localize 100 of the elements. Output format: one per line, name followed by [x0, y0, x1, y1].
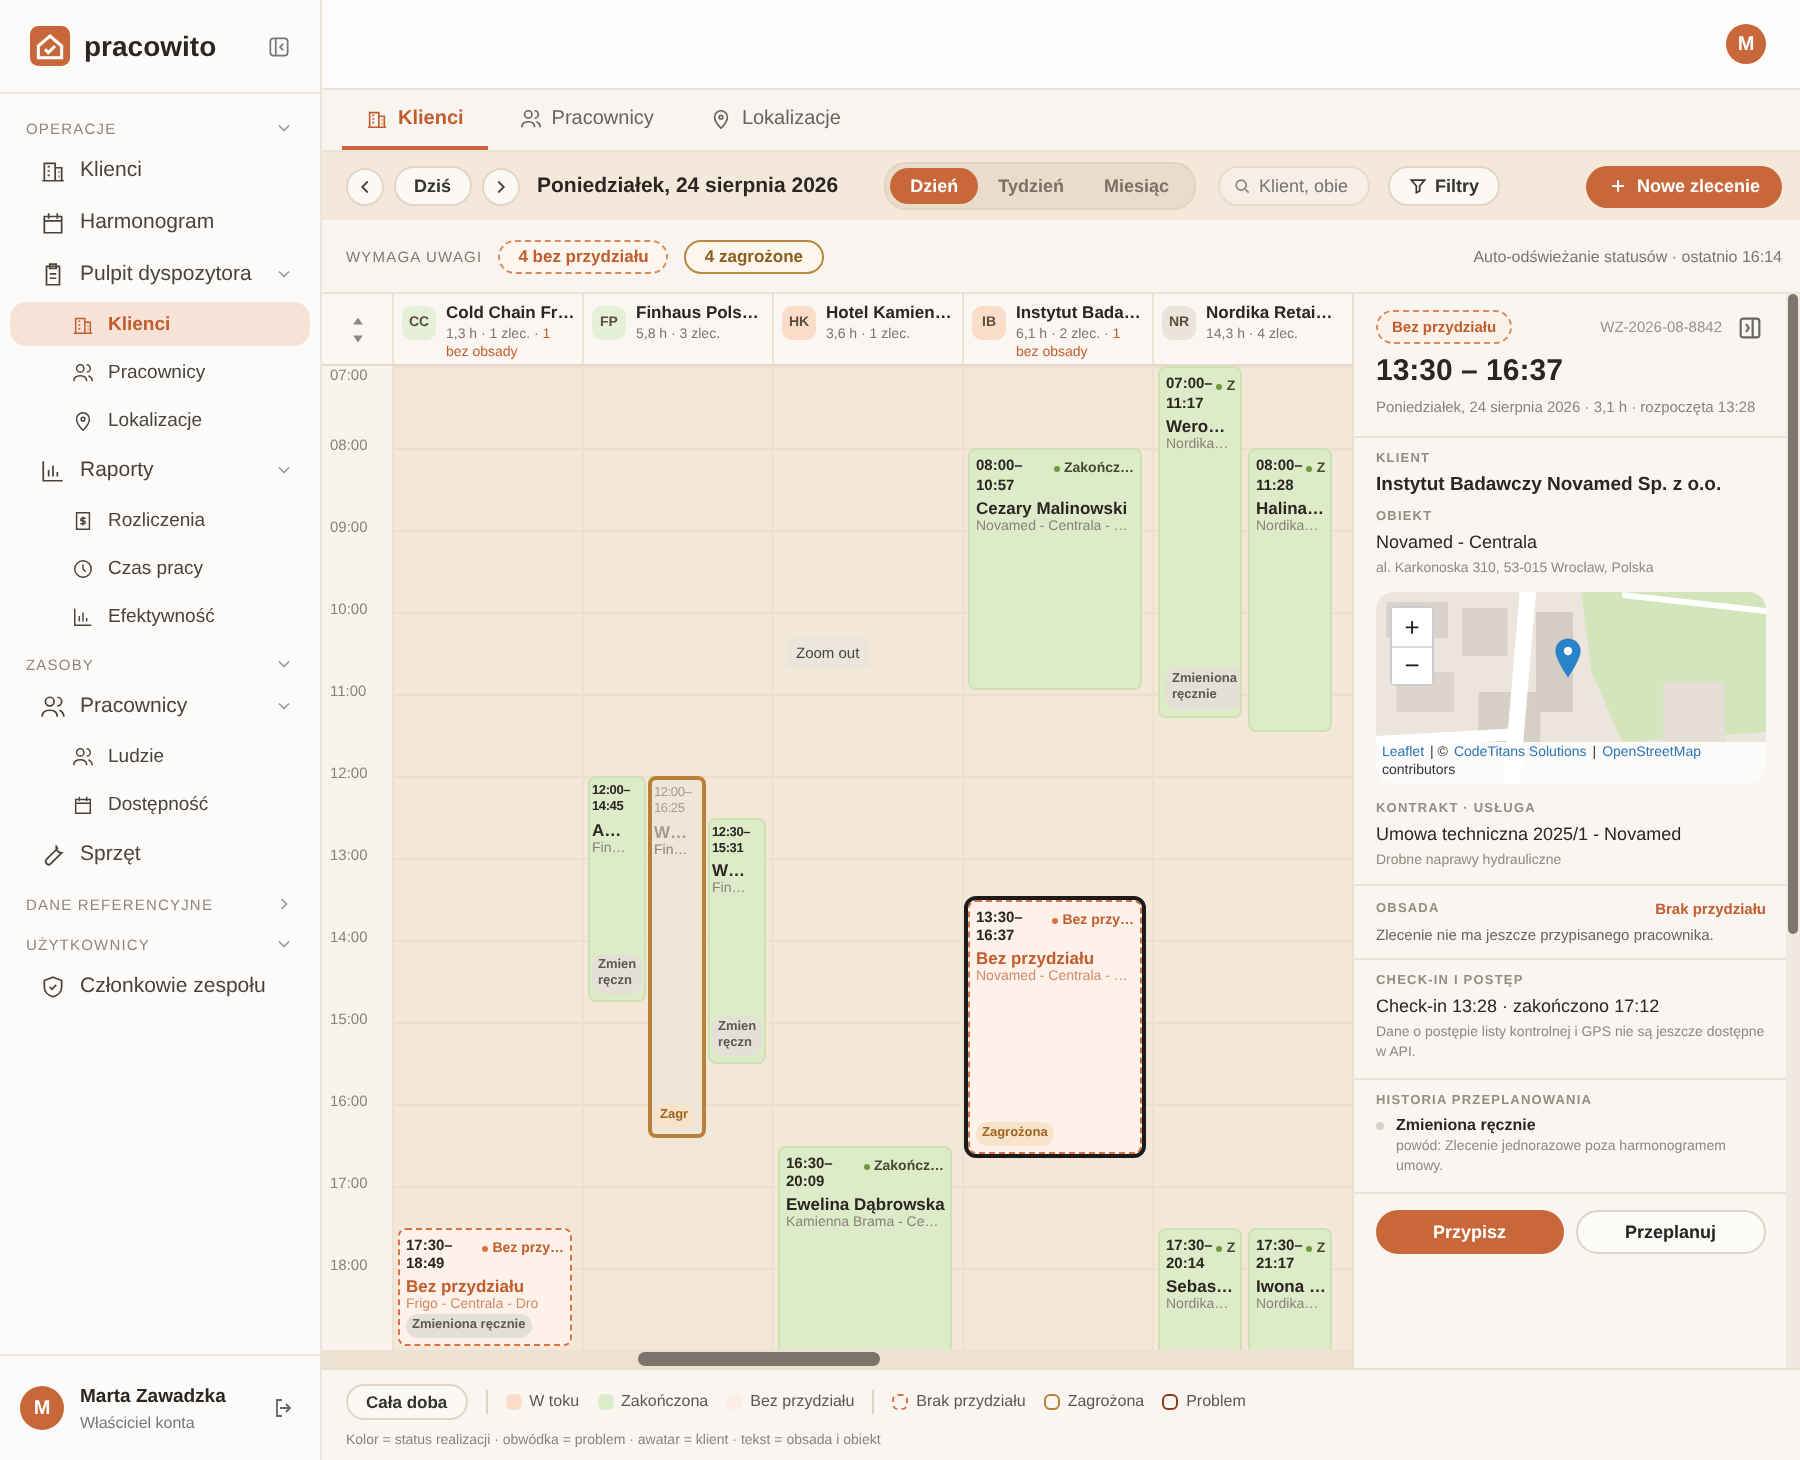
- refresh-status: Auto-odświeżanie statusów · ostatnio 16:14: [1473, 247, 1782, 265]
- legend-label: Zakończona: [621, 1392, 709, 1410]
- nav-item[interactable]: Ludzie: [10, 734, 310, 778]
- client-name: Instytut Bada…: [1016, 302, 1143, 322]
- event-title: A…: [592, 819, 624, 840]
- nav-item[interactable]: Dostępność: [10, 782, 310, 826]
- search-field[interactable]: Klient, obie: [1217, 166, 1369, 206]
- event-title: Halina…: [1256, 497, 1324, 517]
- logo-text: pracowito: [84, 30, 219, 62]
- users-icon: [519, 107, 542, 129]
- calendar-icon: [40, 209, 66, 235]
- next-button[interactable]: [481, 167, 520, 205]
- logo-icon: [30, 26, 70, 66]
- legend-label: Problem: [1186, 1392, 1246, 1410]
- contract-value: Umowa techniczna 2025/1 - Novamed: [1376, 823, 1684, 844]
- previous-button[interactable]: [346, 167, 384, 205]
- event-title: Bez przydziału: [406, 1276, 527, 1296]
- checkin-value: Check-in 13:28 · zakończono 17:12: [1376, 996, 1662, 1017]
- legend-label: W toku: [529, 1392, 580, 1410]
- view-tab[interactable]: Tydzień: [978, 168, 1084, 204]
- nav-item[interactable]: Efektywność: [10, 594, 310, 638]
- nav-item[interactable]: Harmonogram: [10, 198, 310, 246]
- nav-item[interactable]: Klienci: [10, 146, 310, 194]
- map-marker-icon: [1554, 635, 1582, 680]
- event-title: Iwona …: [1256, 1276, 1324, 1296]
- invoice-icon: [72, 509, 94, 531]
- legend-label: Brak przydziału: [916, 1392, 1026, 1410]
- reschedule-button[interactable]: Przeplanuj: [1575, 1209, 1766, 1254]
- nav-item[interactable]: Sprzęt: [10, 830, 310, 878]
- clock-icon: [72, 557, 94, 579]
- scroll-down-icon[interactable]: [351, 333, 363, 343]
- event-title: Bez przydziału: [976, 948, 1097, 968]
- users-icon: [40, 693, 66, 719]
- client-value: Instytut Badawczy Novamed Sp. z o.o.: [1376, 473, 1724, 496]
- scroll-up-icon[interactable]: [351, 315, 363, 325]
- order-time: 13:30 – 16:37: [1376, 354, 1565, 388]
- legend-label: Zagrożona: [1067, 1392, 1145, 1410]
- client-name: Cold Chain Fr…: [446, 302, 576, 322]
- building-icon: [72, 313, 94, 335]
- filter-icon: [1407, 176, 1427, 196]
- all-day-button[interactable]: Cała doba: [346, 1383, 468, 1419]
- pin-icon: [72, 409, 94, 431]
- building-icon: [366, 107, 388, 129]
- legend-swatch: [1043, 1393, 1060, 1409]
- zoom-out-button[interactable]: −: [1392, 645, 1432, 684]
- nav-item[interactable]: Pulpit dyspozytora: [10, 250, 310, 298]
- nav-item[interactable]: Raporty: [10, 446, 310, 494]
- assign-button[interactable]: Przypisz: [1376, 1209, 1563, 1254]
- legend-swatch: [505, 1393, 522, 1409]
- legend-swatch: [597, 1393, 614, 1409]
- event-title: Cezary Malinowski: [976, 497, 1130, 517]
- nav-item[interactable]: Pracownicy: [10, 682, 310, 730]
- logout-icon[interactable]: [272, 1396, 296, 1420]
- tab[interactable]: Pracownicy: [495, 90, 678, 150]
- event-title: Wero…: [1166, 415, 1228, 435]
- nav-item[interactable]: Lokalizacje: [10, 398, 310, 442]
- profile-avatar[interactable]: M: [1726, 24, 1766, 64]
- view-tab[interactable]: Dzień: [890, 168, 979, 204]
- sidebar-collapse-icon[interactable]: [266, 33, 292, 59]
- object-value: Novamed - Centrala: [1376, 531, 1540, 552]
- event-title: W…: [711, 860, 748, 881]
- pin-icon: [709, 107, 732, 129]
- client-name: Hotel Kamien…: [826, 302, 952, 322]
- client-name: Nordika Retai…: [1206, 302, 1333, 322]
- event-title: Sebas…: [1166, 1276, 1234, 1296]
- filter-chip[interactable]: 4 bez przydziału: [498, 239, 669, 273]
- building-icon: [40, 157, 66, 183]
- filters-button[interactable]: Filtry: [1387, 166, 1500, 206]
- view-tab[interactable]: Miesiąc: [1083, 168, 1189, 204]
- search-icon: [1231, 176, 1251, 196]
- bar-chart-icon: [72, 605, 94, 627]
- event-title: Ewelina Dąbrowska: [786, 1194, 944, 1214]
- bar-chart-icon: [40, 457, 66, 483]
- calendar-icon: [72, 793, 94, 815]
- scrollbar-thumb[interactable]: [1788, 294, 1798, 934]
- nav-item[interactable]: Pracownicy: [10, 350, 310, 394]
- legend-swatch: [1162, 1393, 1179, 1409]
- nav-item[interactable]: Rozliczenia: [10, 498, 310, 542]
- today-button[interactable]: Dziś: [394, 166, 472, 206]
- date-title: Poniedziałek, 24 sierpnia 2026: [537, 174, 839, 198]
- clipboard-icon: [40, 261, 66, 287]
- legend-label: Bez przydziału: [750, 1392, 855, 1410]
- history-title: Zmieniona ręcznie: [1396, 1116, 1538, 1135]
- client-name: Finhaus Pols…: [636, 302, 759, 322]
- nav-item[interactable]: Członkowie zespołu: [10, 962, 310, 1010]
- shield-icon: [40, 973, 66, 999]
- history-dot: [1376, 1122, 1384, 1131]
- filter-chip[interactable]: 4 zagrożone: [684, 239, 823, 273]
- scrollbar-thumb[interactable]: [638, 1352, 880, 1366]
- legend-swatch: [892, 1393, 909, 1409]
- user-role: Właściciel konta: [80, 1413, 197, 1431]
- user-name: Marta Zawadzka: [80, 1385, 228, 1407]
- users-icon: [72, 745, 94, 767]
- wrench-icon: [40, 841, 66, 867]
- tab[interactable]: Lokalizacje: [685, 90, 865, 150]
- users-icon: [72, 361, 94, 383]
- nav-item[interactable]: Czas pracy: [10, 546, 310, 590]
- plus-icon: [1608, 176, 1629, 196]
- user-avatar: M: [20, 1386, 64, 1430]
- new-order-button[interactable]: Nowe zlecenie: [1586, 165, 1782, 207]
